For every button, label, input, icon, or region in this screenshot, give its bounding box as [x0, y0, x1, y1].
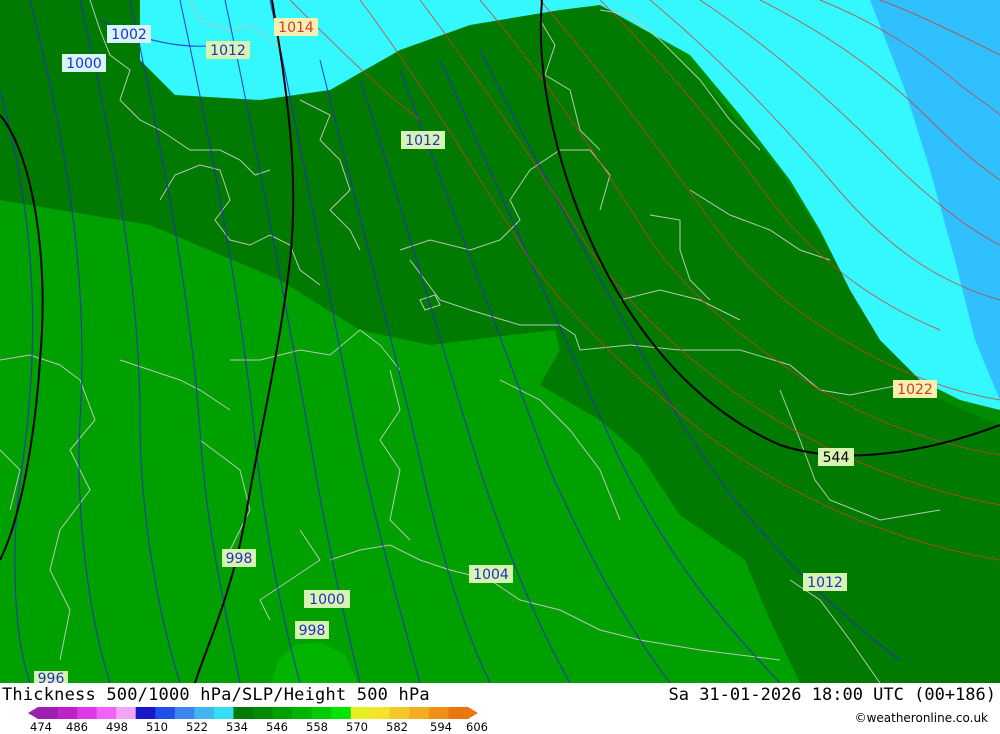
scale-swatch [57, 707, 78, 719]
svg-text:996: 996 [38, 671, 65, 683]
scale-swatch [311, 707, 332, 719]
svg-text:1022: 1022 [897, 382, 933, 398]
scale-swatch [233, 707, 254, 719]
thickness-color-scale [28, 707, 478, 719]
svg-text:1000: 1000 [309, 592, 345, 608]
scale-swatch [448, 707, 469, 719]
scale-swatch [174, 707, 195, 719]
svg-text:1012: 1012 [405, 133, 441, 149]
scale-swatch [116, 707, 137, 719]
scale-swatch [409, 707, 430, 719]
label-1022: 1022 [893, 380, 937, 398]
scale-ticks: 474 486 498 510 522 534 546 558 570 582 594 606 [0, 720, 520, 734]
label-996: 996 [34, 671, 68, 683]
svg-text:1014: 1014 [278, 20, 314, 36]
svg-text:1012: 1012 [210, 43, 246, 59]
scale-tick-label: 486 [66, 720, 88, 734]
scale-tick-label: 558 [306, 720, 328, 734]
scale-swatch [77, 707, 98, 719]
label-1000-north: 1000 [62, 54, 106, 72]
scale-swatch [370, 707, 391, 719]
weather-map: 1002 1000 1012 1014 1012 1022 544 1012 9… [0, 0, 1000, 683]
svg-text:998: 998 [226, 551, 253, 567]
svg-text:1002: 1002 [111, 27, 147, 43]
scale-swatch [428, 707, 449, 719]
scale-swatch [389, 707, 410, 719]
svg-text:544: 544 [823, 450, 850, 466]
label-1012-center: 1012 [401, 131, 445, 149]
scale-tick-label: 534 [226, 720, 248, 734]
scale-swatch [350, 707, 371, 719]
scale-tick-label: 606 [466, 720, 488, 734]
scale-tick-label: 510 [146, 720, 168, 734]
scale-arrow-left [28, 707, 38, 719]
scale-swatch [96, 707, 117, 719]
label-998-lower: 998 [295, 621, 329, 639]
scale-swatch [253, 707, 274, 719]
scale-tick-label: 522 [186, 720, 208, 734]
map-footer: Thickness 500/1000 hPa/SLP/Height 500 hP… [0, 683, 1000, 734]
scale-tick-label: 474 [30, 720, 52, 734]
label-1014: 1014 [274, 18, 318, 36]
svg-text:998: 998 [299, 623, 326, 639]
scale-tick-label: 570 [346, 720, 368, 734]
scale-tick-label: 594 [430, 720, 452, 734]
scale-arrow-right [468, 707, 478, 719]
scale-swatch [292, 707, 313, 719]
scale-tick-label: 546 [266, 720, 288, 734]
label-1000-south: 1000 [304, 590, 350, 608]
scale-swatch [272, 707, 293, 719]
label-1002: 1002 [107, 25, 151, 43]
scale-swatch [155, 707, 176, 719]
svg-text:1000: 1000 [66, 56, 102, 72]
label-544: 544 [818, 448, 854, 466]
credit-link[interactable]: ©weatheronline.co.uk [855, 711, 988, 725]
scale-swatch [194, 707, 215, 719]
svg-text:1012: 1012 [807, 575, 843, 591]
scale-swatch [38, 707, 59, 719]
scale-swatch [213, 707, 234, 719]
scale-swatch [135, 707, 156, 719]
label-1004: 1004 [469, 565, 513, 583]
scale-tick-label: 498 [106, 720, 128, 734]
label-998-upper: 998 [222, 549, 256, 567]
map-title: Thickness 500/1000 hPa/SLP/Height 500 hP… [2, 685, 430, 705]
label-1012-top: 1012 [206, 41, 250, 59]
label-1012-east: 1012 [803, 573, 847, 591]
valid-time: Sa 31-01-2026 18:00 UTC (00+186) [668, 685, 996, 705]
scale-tick-label: 582 [386, 720, 408, 734]
scale-swatch [331, 707, 352, 719]
svg-text:1004: 1004 [473, 567, 509, 583]
